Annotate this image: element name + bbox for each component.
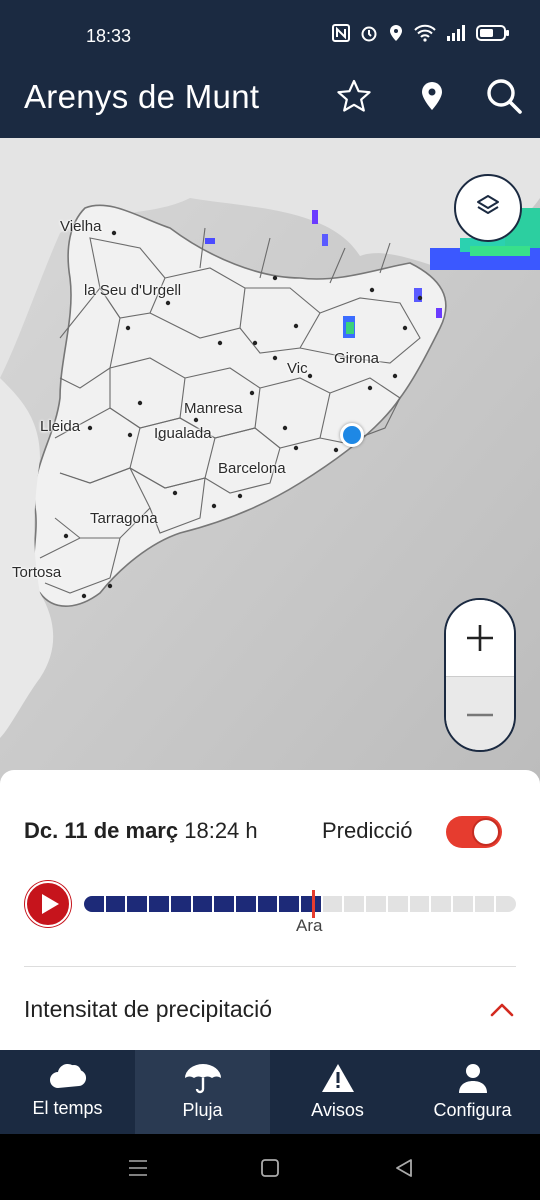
battery-icon bbox=[476, 24, 510, 42]
prediction-label: Predicció bbox=[322, 818, 413, 843]
timeline-segment bbox=[452, 896, 473, 912]
radar-map[interactable]: Vielha la Seu d'Urgell Girona Vic Manres… bbox=[0, 138, 540, 790]
city-label: Vic bbox=[287, 360, 308, 377]
radar-bottom-sheet: Dc. 11 de març 18:24 h Predicció Ara Int… bbox=[0, 770, 540, 1050]
timeline-segment bbox=[257, 896, 278, 912]
layers-button[interactable] bbox=[454, 174, 522, 242]
home-button[interactable] bbox=[256, 1154, 284, 1182]
timeline-segment bbox=[344, 896, 365, 912]
user-icon bbox=[458, 1064, 487, 1093]
my-location-button[interactable] bbox=[410, 76, 454, 120]
forecast-datetime: Dc. 11 de març 18:24 h bbox=[24, 818, 258, 844]
back-icon bbox=[396, 1159, 412, 1177]
location-icon bbox=[388, 24, 404, 42]
collapse-button[interactable] bbox=[486, 994, 518, 1026]
play-icon bbox=[42, 894, 59, 914]
toggle-knob bbox=[472, 818, 500, 846]
nav-label: Avisos bbox=[311, 1100, 364, 1120]
minus-icon bbox=[467, 713, 493, 716]
timeline-segment bbox=[84, 896, 104, 912]
nav-item-avisos[interactable]: Avisos bbox=[270, 1050, 405, 1134]
city-label: Lleida bbox=[40, 418, 81, 435]
city-label: Tarragona bbox=[90, 510, 158, 527]
nav-item-el-temps[interactable]: El temps bbox=[0, 1050, 135, 1134]
chevron-up-icon bbox=[490, 1003, 514, 1017]
city-label: Vielha bbox=[60, 218, 102, 235]
timeline-segment bbox=[192, 896, 213, 912]
play-button[interactable] bbox=[24, 880, 72, 928]
current-location-dot bbox=[340, 423, 364, 447]
city-label: Tortosa bbox=[12, 564, 62, 581]
zoom-control bbox=[444, 598, 516, 752]
zoom-out-button[interactable] bbox=[446, 676, 514, 750]
system-nav-bar bbox=[0, 1134, 540, 1200]
status-icons bbox=[332, 24, 510, 42]
timeline-segment bbox=[214, 896, 234, 912]
nav-item-configura[interactable]: Configura bbox=[405, 1050, 540, 1134]
signal-icon bbox=[446, 24, 466, 42]
timeline-segment bbox=[301, 896, 321, 912]
timeline-segment bbox=[170, 896, 191, 912]
city-label: la Seu d'Urgell bbox=[84, 282, 182, 299]
menu-icon bbox=[129, 1160, 147, 1176]
nav-label: Configura bbox=[433, 1100, 512, 1120]
nav-item-pluja[interactable]: Pluja bbox=[135, 1050, 270, 1134]
favorite-button[interactable] bbox=[332, 76, 376, 120]
timeline-segment bbox=[105, 896, 126, 912]
nav-label: El temps bbox=[32, 1098, 103, 1118]
page-title: Arenys de Munt bbox=[24, 78, 260, 115]
city-label: Barcelona bbox=[218, 460, 286, 477]
divider bbox=[24, 966, 516, 967]
now-marker bbox=[312, 890, 315, 918]
now-label: Ara bbox=[296, 916, 323, 935]
prediction-toggle[interactable] bbox=[446, 816, 502, 848]
forecast-time: 18:24 h bbox=[184, 818, 258, 843]
timeline-segment bbox=[235, 896, 256, 912]
star-icon bbox=[336, 79, 372, 118]
zoom-in-button[interactable] bbox=[446, 600, 514, 676]
timeline-segment bbox=[322, 896, 343, 912]
city-label: Girona bbox=[334, 350, 380, 367]
timeline-segment bbox=[127, 896, 148, 912]
timeline-segment bbox=[431, 896, 451, 912]
square-icon bbox=[261, 1159, 279, 1177]
section-title: Intensitat de precipitació bbox=[24, 996, 273, 1022]
app-header: Arenys de Munt bbox=[0, 70, 540, 138]
nfc-icon bbox=[332, 24, 350, 42]
search-icon bbox=[485, 77, 523, 120]
city-label: Igualada bbox=[154, 425, 212, 442]
cloud-icon bbox=[49, 1063, 86, 1088]
timeline-segment bbox=[387, 896, 408, 912]
wifi-icon bbox=[414, 24, 436, 42]
status-time: 18:33 bbox=[86, 26, 132, 46]
bottom-nav: El temps Pluja Avisos Configura bbox=[0, 1050, 540, 1134]
timeline-slider[interactable] bbox=[84, 896, 517, 912]
city-label: Manresa bbox=[184, 400, 243, 417]
nav-label: Pluja bbox=[182, 1100, 223, 1120]
layers-icon bbox=[475, 193, 501, 224]
search-button[interactable] bbox=[482, 76, 526, 120]
location-pin-icon bbox=[420, 81, 444, 116]
recents-button[interactable] bbox=[124, 1154, 152, 1182]
timeline-segment bbox=[279, 896, 300, 912]
timeline-segment bbox=[409, 896, 430, 912]
timeline-segment bbox=[149, 896, 169, 912]
timeline-segment bbox=[366, 896, 386, 912]
timeline-segment bbox=[496, 896, 517, 912]
forecast-date: Dc. 11 de març bbox=[24, 818, 179, 843]
plus-icon bbox=[467, 625, 493, 651]
alarm-icon bbox=[360, 24, 378, 42]
timeline-segment bbox=[474, 896, 495, 912]
status-bar: 18:33 bbox=[0, 0, 540, 70]
warning-icon bbox=[321, 1064, 354, 1092]
back-button[interactable] bbox=[390, 1154, 418, 1182]
umbrella-icon bbox=[184, 1064, 221, 1094]
